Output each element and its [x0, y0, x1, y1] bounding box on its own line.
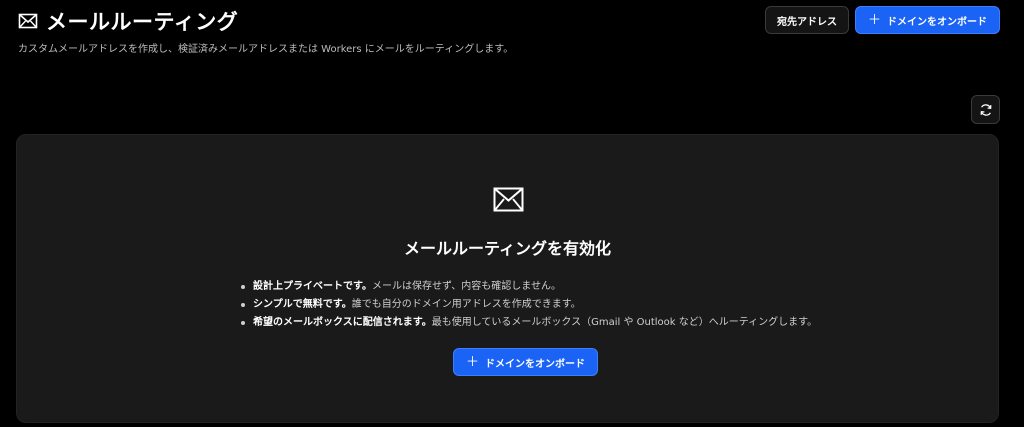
destination-addresses-button[interactable]: 宛先アドレス: [764, 6, 849, 34]
page-header: メールルーティング: [18, 6, 238, 36]
card-onboard-domain-button[interactable]: ＋ ドメインをオンボード: [453, 348, 599, 376]
refresh-button[interactable]: [971, 95, 1000, 124]
mail-icon: [18, 11, 38, 31]
feature-heading: 希望のメールボックスに配信されます。: [253, 317, 432, 328]
feature-text: 誰でも自分のドメイン用アドレスを作成できます。: [351, 299, 581, 310]
feature-item: 希望のメールボックスに配信されます。最も使用しているメールボックス（Gmail …: [239, 314, 817, 332]
feature-list: 設計上プライベートです。メールは保存せず、内容も確認しません。 シンプルで無料で…: [239, 278, 817, 332]
header-actions: 宛先アドレス ＋ ドメインをオンボード: [764, 6, 1000, 34]
feature-heading: シンプルで無料です。: [253, 299, 352, 310]
card-onboard-domain-label: ドメインをオンボード: [485, 358, 586, 370]
refresh-icon: [979, 103, 993, 117]
email-routing-page: メールルーティング カスタムメールアドレスを作成し、検証済みメールアドレスまたは…: [0, 0, 1024, 427]
feature-text: メールは保存せず、内容も確認しません。: [372, 281, 561, 292]
onboard-domain-label: ドメインをオンボード: [887, 16, 987, 28]
card-title: メールルーティングを有効化: [403, 239, 612, 258]
page-title: メールルーティング: [46, 10, 239, 34]
mail-icon: [493, 187, 524, 212]
feature-text: 最も使用しているメールボックス（Gmail や Outlook など）へルーティ…: [431, 317, 818, 328]
plus-icon: ＋: [466, 354, 480, 370]
feature-item: 設計上プライベートです。メールは保存せず、内容も確認しません。: [239, 278, 817, 296]
page-subtitle: カスタムメールアドレスを作成し、検証済みメールアドレスまたは Workers に…: [18, 44, 514, 55]
feature-item: シンプルで無料です。誰でも自分のドメイン用アドレスを作成できます。: [239, 296, 817, 314]
enable-email-routing-card: メールルーティングを有効化 設計上プライベートです。メールは保存せず、内容も確認…: [16, 134, 999, 423]
onboard-domain-button[interactable]: ＋ ドメインをオンボード: [854, 6, 1000, 34]
plus-icon: ＋: [867, 12, 881, 28]
feature-heading: 設計上プライベートです。: [253, 281, 372, 292]
